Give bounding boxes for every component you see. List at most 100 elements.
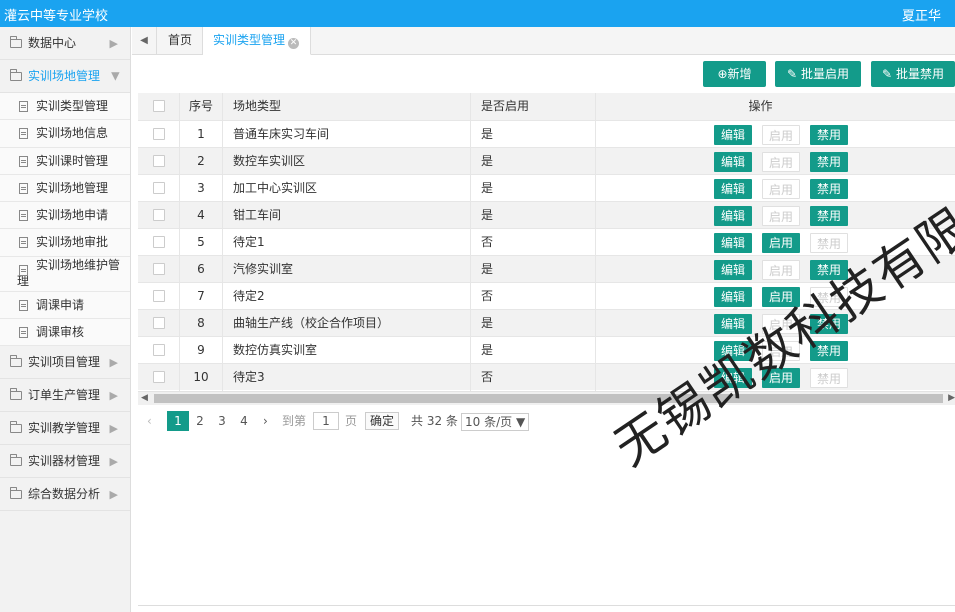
disable-button: 禁用: [810, 287, 848, 307]
disable-button[interactable]: 禁用: [810, 341, 848, 361]
row-checkbox[interactable]: [153, 290, 165, 302]
prev-page-button[interactable]: ‹: [147, 411, 152, 431]
edit-button[interactable]: 编辑: [714, 152, 752, 172]
sidebar-subitem-site-mgmt[interactable]: 实训场地管理: [0, 174, 130, 203]
page-2-button[interactable]: 2: [193, 411, 207, 431]
batch-disable-button[interactable]: ✎ 批量禁用: [871, 61, 955, 87]
tab-home[interactable]: 首页: [158, 27, 203, 55]
edit-button[interactable]: 编辑: [714, 287, 752, 307]
scroll-right-arrow-icon[interactable]: ▶: [948, 393, 955, 403]
edit-button[interactable]: 编辑: [714, 260, 752, 280]
row-no: 6: [180, 256, 223, 283]
scroll-left-arrow-icon[interactable]: ◀: [141, 393, 148, 403]
table-row: 8 曲轴生产线（校企合作项目）是编辑 启用 禁用: [138, 309, 955, 337]
row-checkbox[interactable]: [153, 263, 165, 275]
row-no: 7: [180, 283, 223, 310]
goto-confirm-button[interactable]: 确定: [365, 412, 400, 430]
edit-button[interactable]: 编辑: [714, 233, 752, 253]
sidebar-subitem-label: 实训场地信息: [36, 126, 109, 141]
row-checkbox[interactable]: [153, 155, 165, 167]
folder-icon: [10, 355, 22, 368]
sidebar-item-data-center[interactable]: 数据中心 ▶: [0, 27, 130, 60]
header-ops: 操作: [748, 99, 773, 113]
scrollbar-thumb[interactable]: [154, 394, 943, 403]
sidebar-item-equipment-mgmt[interactable]: 实训器材管理 ▶: [0, 445, 130, 479]
edit-button[interactable]: 编辑: [714, 206, 752, 226]
row-select-cell: [138, 337, 180, 364]
row-select-cell: [138, 364, 180, 391]
page-3-button[interactable]: 3: [215, 411, 229, 431]
row-no: 8: [180, 310, 223, 337]
sidebar-item-data-analysis[interactable]: 综合数据分析 ▶: [0, 478, 130, 512]
horizontal-scrollbar[interactable]: ◀ ▶: [138, 391, 955, 405]
edit-button[interactable]: 编辑: [714, 179, 752, 199]
disable-button[interactable]: 禁用: [810, 314, 848, 334]
edit-button[interactable]: 编辑: [714, 368, 752, 388]
sidebar-item-label: 实训项目管理: [28, 355, 101, 370]
row-enabled: 是: [471, 148, 596, 175]
sidebar-subitem-site-maintenance[interactable]: 实训场地维护管理: [0, 256, 130, 292]
sidebar-item-teaching-mgmt[interactable]: 实训教学管理 ▶: [0, 412, 130, 446]
select-all-checkbox[interactable]: [153, 100, 165, 112]
row-checkbox[interactable]: [153, 317, 165, 329]
sidebar-subitem-site-apply[interactable]: 实训场地申请: [0, 202, 130, 230]
sidebar-item-order-production[interactable]: 订单生产管理 ▶: [0, 379, 130, 413]
sidebar-item-project-mgmt[interactable]: 实训项目管理 ▶: [0, 346, 130, 380]
goto-page-input[interactable]: 1: [313, 412, 339, 430]
table-row: 5 待定1 否编辑 启用 禁用: [138, 228, 955, 256]
sidebar-subitem-class-hours[interactable]: 实训课时管理: [0, 147, 130, 175]
row-no: 5: [180, 229, 223, 256]
page-size-select[interactable]: 10 条/页 ▼: [461, 413, 529, 431]
row-checkbox[interactable]: [153, 128, 165, 140]
edit-button[interactable]: 编辑: [714, 314, 752, 334]
row-type: 待定1: [223, 229, 471, 256]
row-checkbox[interactable]: [153, 209, 165, 221]
enable-button[interactable]: 启用: [762, 368, 800, 388]
sidebar-subitem-label: 实训场地审批: [36, 235, 109, 250]
enable-button[interactable]: 启用: [762, 233, 800, 253]
row-checkbox[interactable]: [153, 371, 165, 383]
disable-button[interactable]: 禁用: [810, 152, 848, 172]
tab-scroll-left-button[interactable]: ◀: [132, 27, 157, 54]
next-page-button[interactable]: ›: [263, 411, 268, 431]
batch-enable-button[interactable]: ✎ 批量启用: [775, 61, 861, 87]
tab-training-type-mgmt[interactable]: 实训类型管理 ✕: [203, 27, 311, 55]
close-icon[interactable]: ✕: [288, 38, 300, 49]
sidebar-subitem-reschedule-review[interactable]: 调课审核: [0, 319, 130, 347]
sidebar-subitem-label: 实训场地维护管理: [17, 257, 121, 288]
chevron-right-icon: ▶: [109, 488, 118, 502]
disable-button[interactable]: 禁用: [810, 206, 848, 226]
page-unit-label: 页: [345, 414, 358, 428]
row-ops: 编辑 启用 禁用: [596, 121, 955, 148]
row-select-cell: [138, 148, 180, 175]
user-name[interactable]: 夏正华: [902, 5, 941, 24]
edit-button[interactable]: 编辑: [714, 125, 752, 145]
table-row: 4 钳工车间是编辑 启用 禁用: [138, 201, 955, 229]
row-checkbox[interactable]: [153, 182, 165, 194]
pencil-icon: ✎: [882, 67, 893, 81]
row-no: 3: [180, 175, 223, 202]
sidebar-subitem-training-type-mgmt[interactable]: 实训类型管理: [0, 93, 130, 121]
page-4-button[interactable]: 4: [237, 411, 251, 431]
sidebar-subitem-site-approve[interactable]: 实训场地审批: [0, 229, 130, 257]
sidebar-subitem-label: 实训课时管理: [36, 153, 109, 168]
enable-button[interactable]: 启用: [762, 287, 800, 307]
sidebar-item-training-site-mgmt[interactable]: 实训场地管理 ▶: [0, 60, 130, 93]
edit-button[interactable]: 编辑: [714, 341, 752, 361]
disable-button[interactable]: 禁用: [810, 179, 848, 199]
row-checkbox[interactable]: [153, 344, 165, 356]
row-ops: 编辑 启用 禁用: [596, 148, 955, 175]
folder-icon: [10, 487, 22, 500]
add-button[interactable]: ⊕新增: [703, 61, 766, 87]
disable-button[interactable]: 禁用: [810, 125, 848, 145]
sidebar-subitem-reschedule-apply[interactable]: 调课申请: [0, 291, 130, 320]
sidebar-subitem-label: 调课审核: [36, 325, 85, 340]
batch-disable-label: 批量禁用: [895, 67, 944, 81]
sidebar-subitem-site-info[interactable]: 实训场地信息: [0, 120, 130, 148]
folder-icon: [10, 454, 22, 467]
row-checkbox[interactable]: [153, 236, 165, 248]
page-1-button[interactable]: 1: [167, 411, 189, 431]
enable-button: 启用: [762, 125, 800, 145]
disable-button[interactable]: 禁用: [810, 260, 848, 280]
sidebar-subitem-label: 实训场地申请: [36, 208, 109, 223]
